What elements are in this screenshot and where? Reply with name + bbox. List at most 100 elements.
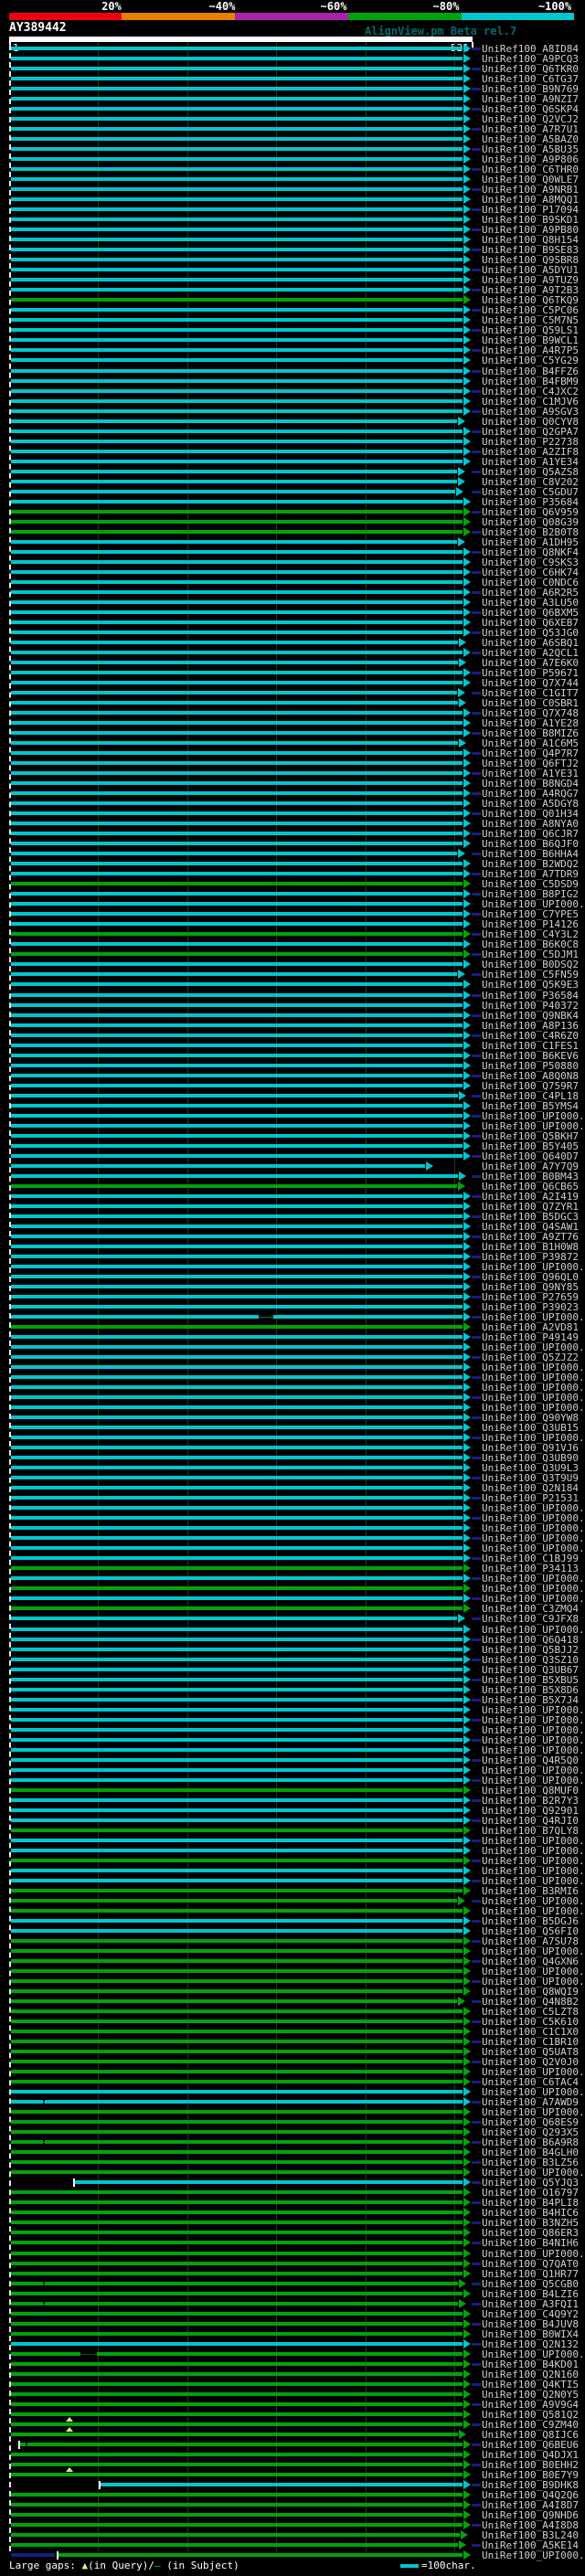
hit-label[interactable]: UniRef100_Q7QAT0 [482, 2259, 579, 2269]
hit-label[interactable]: UniRef100_C4JXC2 [482, 387, 579, 397]
hit-label[interactable]: UniRef100_UPI000.. [482, 1705, 585, 1715]
hit-arrow-icon [463, 1473, 471, 1483]
hit-label[interactable]: UniRef100_Q9NBK4 [482, 1011, 579, 1021]
hit-line [11, 1254, 463, 1258]
hit-label[interactable]: UniRef100_C1MJV6 [482, 397, 579, 407]
hit-line [11, 640, 458, 644]
hit-label[interactable]: UniRef100_UPI000.. [482, 2550, 585, 2560]
hit-line [11, 298, 463, 302]
hit-arrow-icon [463, 1644, 471, 1654]
hit-label[interactable]: UniRef100_C4PL18 [482, 1091, 579, 1101]
hit-arrow-icon [463, 54, 471, 64]
hit-arrow-icon [463, 1634, 471, 1644]
legend-query-text: (in Query)/ [88, 2560, 154, 2571]
hit-label[interactable]: UniRef100_UPI000.. [482, 1625, 585, 1635]
hit-arrow-icon [463, 2338, 471, 2348]
hit-label[interactable]: UniRef100_A3FQI1 [482, 2299, 579, 2309]
hit-label[interactable]: UniRef100_Q5K9E3 [482, 980, 579, 990]
hit-line [11, 318, 463, 323]
subject-extends-dash [472, 1114, 481, 1118]
hit-label[interactable]: UniRef100_P40372 [482, 1001, 579, 1011]
hit-arrow-icon [463, 1040, 471, 1050]
hit-line [11, 2080, 463, 2084]
hit-arrow-icon [463, 2449, 471, 2459]
hit-label[interactable]: UniRef100_B6KEV6 [482, 1051, 579, 1061]
hit-label[interactable]: UniRef100_C4R6Z0 [482, 1031, 579, 1041]
hit-arrow-icon [463, 2469, 471, 2479]
subject-extends-dash [472, 692, 481, 695]
hit-line [11, 2311, 463, 2316]
hit-line [11, 1828, 463, 1832]
hit-line [11, 1234, 463, 1238]
hit-arrow-icon [463, 1946, 471, 1956]
hit-label[interactable]: UniRef100_C9JFX8 [482, 1614, 579, 1624]
hit-label[interactable]: UniRef100_C4Q9Y2 [482, 2309, 579, 2319]
hit-label[interactable]: UniRef100_Q6Q418 [482, 1635, 579, 1645]
hit-label[interactable]: UniRef100_Q3SZ10 [482, 1655, 579, 1665]
hit-label[interactable]: UniRef100_B4JUV8 [482, 2319, 579, 2329]
hit-label[interactable]: UniRef100_B4NIH6 [482, 2238, 579, 2248]
hit-arrow-icon [463, 1433, 471, 1443]
hit-line [11, 1043, 463, 1047]
hit-label[interactable]: UniRef100_B5X8D6 [482, 1685, 579, 1695]
hit-label[interactable]: UniRef100_P36584 [482, 991, 579, 1001]
hit-label[interactable]: UniRef100_Q759R7 [482, 1081, 579, 1091]
hit-arrow-icon [463, 1664, 471, 1674]
hit-line [11, 2120, 463, 2125]
hit-label[interactable]: UniRef100_Q3UB67 [482, 1665, 579, 1675]
hit-label[interactable]: UniRef100_B0WIX4 [482, 2329, 579, 2339]
hit-label[interactable]: UniRef100_C1FES1 [482, 1041, 579, 1051]
hit-label[interactable]: UniRef100_UPI000.. [482, 1715, 585, 1725]
hit-label[interactable]: UniRef100_B4LZI6 [482, 2289, 579, 2299]
hit-arrow-icon [463, 1724, 471, 1734]
hit-arrow-icon [463, 1251, 471, 1261]
hit-label[interactable]: UniRef100_B4FBM9 [482, 376, 579, 387]
hit-line [11, 1274, 463, 1278]
hit-line [11, 157, 463, 162]
hit-label[interactable]: UniRef100_B5XBU5 [482, 1675, 579, 1685]
hit-label[interactable]: UniRef100_C5YG29 [482, 355, 579, 366]
subject-extends-dash [472, 1919, 481, 1923]
hit-label[interactable]: UniRef100_UPI000.. [482, 2349, 585, 2359]
hit-label[interactable]: UniRef100_B4FFZ6 [482, 366, 579, 376]
subject-extends-dash [472, 973, 481, 977]
hit-label[interactable]: UniRef100_B5X7J4 [482, 1695, 579, 1705]
hit-label[interactable]: UniRef100_UPI000.. [482, 2249, 585, 2259]
hit-label[interactable]: UniRef100_Q0CYV8 [482, 417, 579, 427]
hit-label[interactable]: UniRef100_P22738 [482, 437, 579, 447]
hit-label[interactable]: UniRef100_A8P136 [482, 1021, 579, 1031]
hit-line [11, 1999, 457, 2004]
hit-arrow-icon [463, 1493, 471, 1503]
hit-label[interactable]: UniRef100_Q5BJJ2 [482, 1645, 579, 1655]
hit-line [11, 459, 463, 463]
hit-label[interactable]: UniRef100_Q2GPA7 [482, 427, 579, 437]
hit-label[interactable]: UniRef100_A2ZIF8 [482, 447, 579, 457]
hit-arrow-icon [463, 1150, 471, 1161]
hit-arrow-icon [463, 2268, 471, 2278]
subject-extends-dash [472, 1798, 481, 1802]
hit-line [11, 1617, 457, 1621]
hit-line [11, 2492, 463, 2496]
hit-line [11, 1083, 463, 1087]
hit-label[interactable]: UniRef100_Q2N132 [482, 2339, 579, 2349]
subject-extends-dash [472, 1597, 481, 1601]
hit-arrow-icon [463, 809, 471, 819]
hit-label[interactable]: UniRef100_A8Q0N8 [482, 1071, 579, 1081]
hit-label[interactable]: UniRef100_A9SGV3 [482, 407, 579, 417]
hit-label[interactable]: UniRef100_A1YE34 [482, 457, 579, 467]
hit-label[interactable]: UniRef100_P50880 [482, 1061, 579, 1071]
hit-arrow-icon [463, 1845, 471, 1855]
hit-label[interactable]: UniRef100_Q5CGB0 [482, 2279, 579, 2289]
hit-arrow-icon [463, 315, 471, 325]
subject-extends-dash [472, 1778, 481, 1782]
subject-extends-dash [472, 1094, 481, 1097]
small-gap-dots [43, 2304, 45, 2306]
hit-arrow-icon [463, 1060, 471, 1070]
subject-extends-dash [472, 1416, 481, 1420]
hit-label[interactable]: UniRef100_Q1HR77 [482, 2269, 579, 2279]
query-gap-triangle-icon [66, 2466, 73, 2472]
subject-extends-dash [472, 1154, 481, 1158]
hit-line [11, 2422, 463, 2426]
hit-arrow-icon [463, 1191, 471, 1201]
subject-extends-dash [472, 772, 481, 776]
